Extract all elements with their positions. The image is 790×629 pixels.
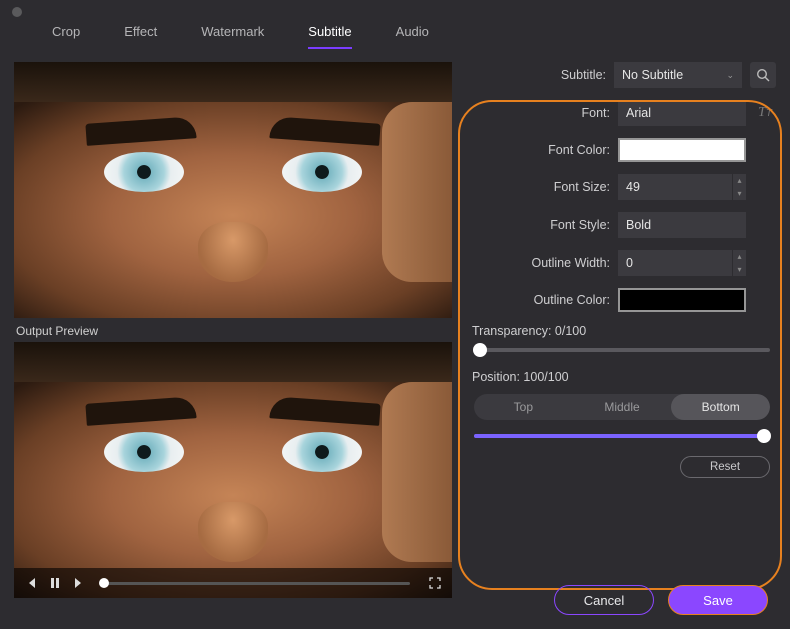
font-style-select[interactable]: Bold	[618, 212, 746, 238]
position-option-middle[interactable]: Middle	[573, 394, 672, 420]
font-size-label: Font Size:	[554, 180, 610, 194]
save-button[interactable]: Save	[668, 585, 768, 615]
output-preview-label: Output Preview	[16, 324, 452, 338]
cancel-button[interactable]: Cancel	[554, 585, 654, 615]
tab-audio[interactable]: Audio	[396, 24, 429, 47]
output-preview	[14, 342, 452, 598]
position-segmented: Top Middle Bottom	[474, 394, 770, 420]
arrow-up-icon[interactable]: ▴	[733, 174, 746, 187]
fullscreen-button[interactable]	[428, 576, 442, 590]
top-tabs: Crop Effect Watermark Subtitle Audio	[0, 24, 790, 52]
font-style-label: Font Style:	[550, 218, 610, 232]
transparency-label: Transparency: 0/100	[472, 324, 776, 338]
tab-crop[interactable]: Crop	[52, 24, 80, 47]
footer-buttons: Cancel Save	[554, 585, 768, 615]
arrow-down-icon[interactable]: ▾	[733, 187, 746, 200]
reset-button[interactable]: Reset	[680, 456, 770, 478]
arrow-down-icon[interactable]: ▾	[733, 263, 746, 276]
next-frame-button[interactable]	[72, 576, 86, 590]
position-thumb[interactable]	[757, 429, 771, 443]
pause-button[interactable]	[48, 576, 62, 590]
window-close-dot[interactable]	[12, 7, 22, 17]
font-select[interactable]: Arial	[618, 100, 746, 126]
tab-effect[interactable]: Effect	[124, 24, 157, 47]
font-color-swatch[interactable]	[618, 138, 746, 162]
position-slider[interactable]	[474, 434, 770, 438]
player-controls	[14, 568, 452, 598]
transparency-slider[interactable]	[474, 348, 770, 352]
font-size-input[interactable]: 49	[618, 174, 732, 200]
font-label: Font:	[582, 106, 611, 120]
window-titlebar	[0, 0, 790, 24]
tab-watermark[interactable]: Watermark	[201, 24, 264, 47]
subtitle-label: Subtitle:	[561, 68, 606, 82]
outline-color-label: Outline Color:	[534, 293, 610, 307]
outline-width-input[interactable]: 0	[618, 250, 732, 276]
source-preview	[14, 62, 452, 318]
tab-subtitle[interactable]: Subtitle	[308, 24, 351, 49]
prev-frame-button[interactable]	[24, 576, 38, 590]
font-style-icon[interactable]: TT	[754, 105, 776, 121]
position-option-top[interactable]: Top	[474, 394, 573, 420]
outline-width-label: Outline Width:	[531, 256, 610, 270]
subtitle-search-button[interactable]	[750, 62, 776, 88]
position-option-bottom[interactable]: Bottom	[671, 394, 770, 420]
subtitle-select[interactable]: No Subtitle⌄	[614, 62, 742, 88]
seek-thumb[interactable]	[99, 578, 109, 588]
position-label: Position: 100/100	[472, 370, 776, 384]
seek-slider[interactable]	[104, 582, 410, 585]
chevron-down-icon: ⌄	[726, 70, 734, 81]
transparency-thumb[interactable]	[473, 343, 487, 357]
font-color-label: Font Color:	[548, 143, 610, 157]
font-size-spinner[interactable]: ▴▾	[732, 174, 746, 200]
arrow-up-icon[interactable]: ▴	[733, 250, 746, 263]
outline-width-spinner[interactable]: ▴▾	[732, 250, 746, 276]
outline-color-swatch[interactable]	[618, 288, 746, 312]
